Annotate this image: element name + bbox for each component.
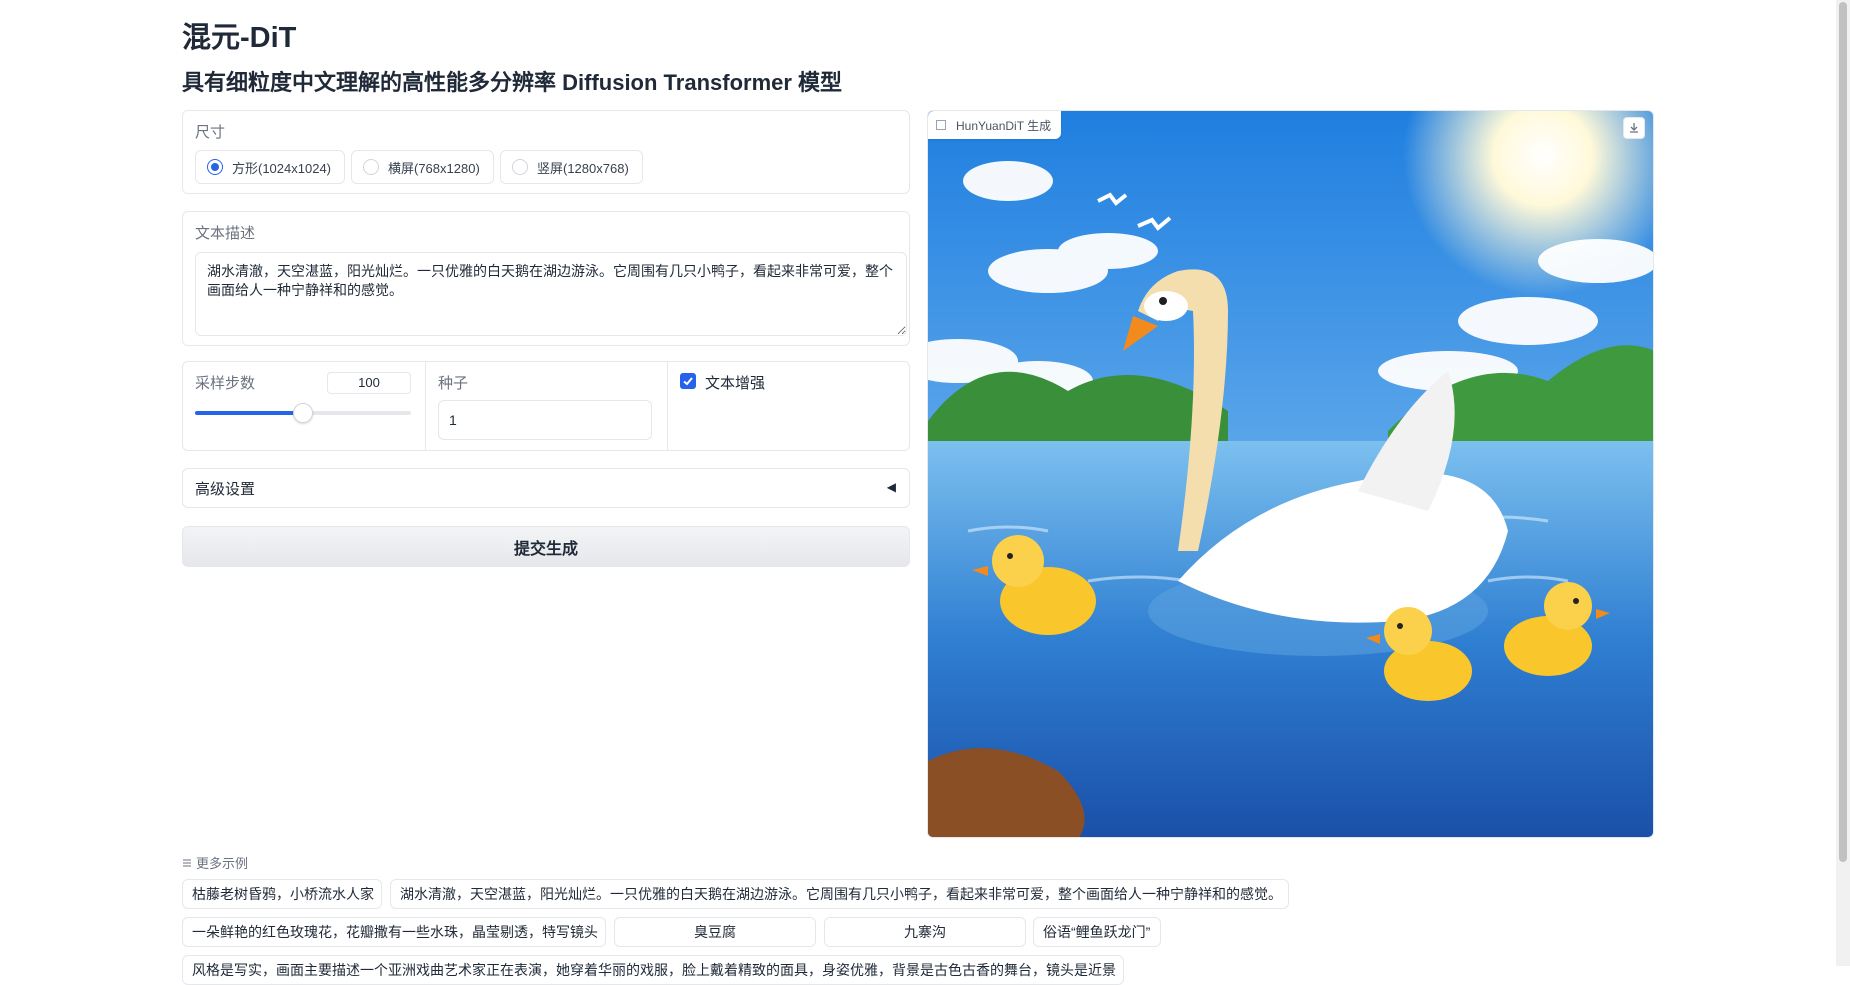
prompt-label: 文本描述 <box>195 225 256 242</box>
advanced-label: 高级设置 <box>195 481 256 498</box>
radio-square[interactable]: 方形(1024x1024) <box>195 150 345 184</box>
radio-landscape[interactable]: 横屏(768x1280) <box>351 150 494 184</box>
example-button[interactable]: 一朵鲜艳的红色玫瑰花，花瓣撒有一些水珠，晶莹剔透，特写镜头 <box>182 917 606 947</box>
examples-label: 更多示例 <box>196 856 249 871</box>
example-button[interactable]: 湖水清澈，天空湛蓝，阳光灿烂。一只优雅的白天鹅在湖边游泳。它周围有几只小鸭子，看… <box>390 879 1289 909</box>
generated-image <box>928 111 1653 837</box>
advanced-accordion[interactable]: 高级设置 ◀ <box>182 468 910 508</box>
example-button[interactable]: 俗语“鲤鱼跃龙门” <box>1033 917 1161 947</box>
slider-thumb[interactable] <box>293 403 313 423</box>
page-subtitle: 具有细粒度中文理解的高性能多分辨率 Diffusion Transformer … <box>182 70 843 95</box>
enhance-label: 文本增强 <box>705 375 766 392</box>
radio-unselected-icon <box>512 159 528 175</box>
radio-portrait[interactable]: 竖屏(1280x768) <box>500 150 643 184</box>
collapse-arrow-icon: ◀ <box>886 480 896 494</box>
page-scrollbar[interactable] <box>1836 0 1850 966</box>
sampling-steps-input[interactable]: 100 <box>327 372 411 394</box>
scrollbar-thumb[interactable] <box>1839 2 1847 862</box>
sampling-steps-cell: 采样步数 100 <box>183 362 425 450</box>
seed-label: 种子 <box>438 375 469 392</box>
page-title: 混元-DiT <box>182 22 297 54</box>
example-button[interactable]: 枯藤老树昏鸦，小桥流水人家 <box>182 879 382 909</box>
sampling-steps-slider[interactable] <box>195 403 411 423</box>
prompt-textarea[interactable]: 湖水清澈，天空湛蓝，阳光灿烂。一只优雅的白天鹅在湖边游泳。它周围有几只小鸭子，看… <box>195 252 907 336</box>
enhance-checkbox[interactable] <box>680 373 696 389</box>
example-button[interactable]: 臭豆腐 <box>614 917 816 947</box>
image-label-text: HunYuanDiT 生成 <box>956 118 1052 133</box>
radio-portrait-label: 竖屏(1280x768) <box>537 160 629 176</box>
radio-selected-icon <box>207 159 223 175</box>
seed-cell: 种子 1 <box>426 362 667 450</box>
sampling-steps-label: 采样步数 <box>195 375 256 392</box>
size-panel: 尺寸 方形(1024x1024) 横屏(768x1280) 竖屏(1280x76… <box>182 110 910 194</box>
download-icon <box>1630 123 1638 133</box>
examples-header: 更多示例 <box>182 853 248 872</box>
radio-landscape-label: 横屏(768x1280) <box>388 160 480 176</box>
check-icon <box>683 377 693 386</box>
settings-row: 采样步数 100 种子 1 文本增强 <box>182 361 910 451</box>
image-icon <box>936 120 946 130</box>
radio-square-label: 方形(1024x1024) <box>232 160 331 176</box>
enhance-cell: 文本增强 <box>668 362 910 450</box>
prompt-panel: 文本描述 湖水清澈，天空湛蓝，阳光灿烂。一只优雅的白天鹅在湖边游泳。它周围有几只… <box>182 211 910 346</box>
download-button[interactable] <box>1623 117 1645 139</box>
radio-unselected-icon <box>363 159 379 175</box>
app-page: 混元-DiT 具有细粒度中文理解的高性能多分辨率 Diffusion Trans… <box>0 0 1850 985</box>
output-image-panel: HunYuanDiT 生成 <box>927 110 1654 838</box>
seed-input[interactable]: 1 <box>438 400 652 440</box>
slider-fill <box>195 411 303 415</box>
size-label: 尺寸 <box>195 124 226 141</box>
submit-button[interactable]: 提交生成 <box>182 526 910 567</box>
image-label-badge: HunYuanDiT 生成 <box>928 111 1062 139</box>
list-icon <box>183 859 191 866</box>
example-button[interactable]: 风格是写实，画面主要描述一个亚洲戏曲艺术家正在表演，她穿着华丽的戏服，脸上戴着精… <box>182 955 1124 985</box>
example-button[interactable]: 九寨沟 <box>824 917 1026 947</box>
